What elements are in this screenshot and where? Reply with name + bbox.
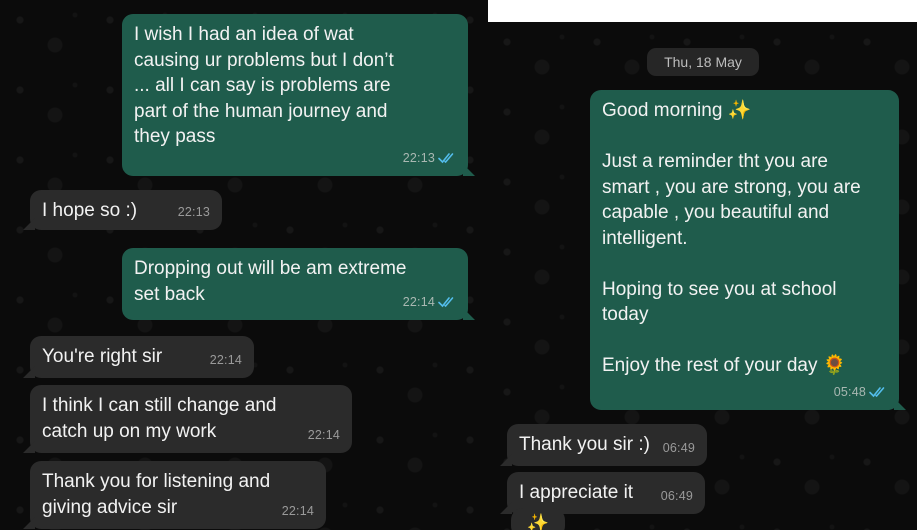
- message-time: 22:14: [281, 503, 314, 518]
- message-text: I think I can still change and catch up …: [42, 395, 277, 442]
- message-text: I wish I had an idea of wat causing ur p…: [134, 24, 394, 147]
- message-time: 05:48: [833, 384, 866, 399]
- sparkles-icon: ✨: [526, 512, 550, 530]
- message-meta: 22:14: [282, 499, 314, 525]
- message-incoming[interactable]: Thank you for listening and giving advic…: [23, 461, 326, 529]
- message-incoming[interactable]: I hope so :) 22:13: [23, 190, 222, 230]
- message-outgoing[interactable]: Good morning ✨ Just a reminder tht you a…: [590, 90, 906, 410]
- message-time: 22:13: [177, 204, 210, 219]
- message-incoming[interactable]: You're right sir 22:14: [23, 336, 254, 378]
- chat-panel-left: I wish I had an idea of wat causing ur p…: [0, 0, 488, 530]
- sparkles-message[interactable]: ✨: [511, 508, 565, 530]
- double-check-icon: [869, 387, 885, 398]
- message-text: I appreciate it: [519, 482, 634, 503]
- message-time: 22:14: [209, 352, 242, 367]
- message-text: I hope so :): [42, 200, 138, 221]
- message-time: 22:13: [402, 150, 435, 165]
- message-time: 22:14: [307, 427, 340, 442]
- message-time: 22:14: [402, 294, 435, 309]
- double-check-icon: [438, 297, 454, 308]
- message-meta: 22:13: [403, 146, 456, 172]
- message-text: Dropping out will be am extreme set back: [134, 258, 407, 305]
- message-outgoing[interactable]: I wish I had an idea of wat causing ur p…: [122, 14, 475, 176]
- double-check-icon: [438, 153, 454, 164]
- message-incoming[interactable]: I think I can still change and catch up …: [23, 385, 352, 453]
- message-meta: 22:14: [403, 290, 456, 316]
- message-time: 06:49: [660, 488, 693, 503]
- chat-panel-right: Thu, 18 May Good morning ✨ Just a remind…: [487, 22, 917, 530]
- message-meta: 05:48: [834, 380, 887, 406]
- message-meta: 22:14: [210, 348, 242, 374]
- message-text: Good morning ✨ Just a reminder tht you a…: [602, 100, 861, 376]
- message-time: 06:49: [662, 440, 695, 455]
- message-meta: 22:13: [178, 200, 210, 226]
- message-text: You're right sir: [42, 346, 163, 367]
- message-meta: 06:49: [663, 436, 695, 462]
- message-incoming[interactable]: Thank you sir :) 06:49: [500, 424, 707, 466]
- message-meta: 06:49: [661, 484, 693, 510]
- message-meta: 22:14: [308, 423, 340, 449]
- message-text: Thank you sir :): [519, 434, 650, 455]
- message-text: Thank you for listening and giving advic…: [42, 471, 271, 518]
- message-outgoing[interactable]: Dropping out will be am extreme set back…: [122, 248, 475, 320]
- date-separator: Thu, 18 May: [647, 48, 759, 76]
